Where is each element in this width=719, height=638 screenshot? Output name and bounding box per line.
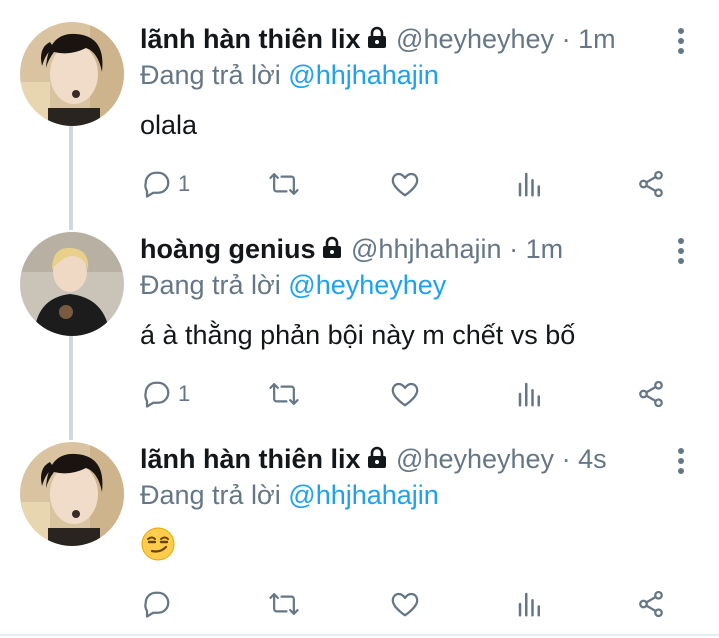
handle[interactable]: @heyheyhey: [396, 444, 554, 474]
avatar-photo-icon: [20, 232, 124, 336]
tweet-text: [140, 526, 176, 570]
analytics-icon: [518, 172, 540, 197]
avatar-photo-icon: [20, 22, 124, 126]
replying-to-label: Đang trả lời: [140, 270, 281, 300]
display-name[interactable]: lãnh hàn thiên lix: [140, 24, 361, 54]
reply-button[interactable]: [142, 584, 178, 624]
mention-link[interactable]: @hhjhahajin: [288, 480, 439, 510]
share-icon: [639, 380, 663, 408]
lock-icon: [365, 24, 389, 58]
share-icon: [639, 590, 663, 618]
timestamp[interactable]: 1m: [526, 234, 564, 264]
share-button[interactable]: [636, 164, 666, 204]
retweet-button[interactable]: [268, 374, 300, 414]
analytics-icon: [518, 382, 540, 407]
reply-icon: [144, 381, 170, 408]
replying-to: Đang trả lời @hhjhahajin: [140, 58, 439, 92]
more-options-icon[interactable]: [677, 448, 685, 478]
heart-icon: [391, 172, 419, 197]
replying-to: Đang trả lời @heyheyhey: [140, 268, 446, 302]
tweet-header: hoàng genius @hhjhahajin · 1m: [140, 232, 679, 268]
mention-link[interactable]: @heyheyhey: [288, 270, 446, 300]
analytics-icon: [518, 592, 540, 617]
avatar[interactable]: [20, 442, 124, 546]
tweet-text: olala: [140, 110, 198, 140]
reply-icon: [144, 591, 170, 618]
display-name[interactable]: hoàng genius: [140, 234, 316, 264]
separator-dot: ·: [509, 234, 519, 264]
replying-to-label: Đang trả lời: [140, 60, 281, 90]
analytics-button[interactable]: [515, 374, 545, 414]
smirking-face-emoji-icon: [140, 526, 176, 562]
display-name[interactable]: lãnh hàn thiên lix: [140, 444, 361, 474]
reply-count: 1: [178, 171, 191, 196]
analytics-button[interactable]: [515, 164, 545, 204]
lock-icon: [320, 234, 344, 268]
more-options-icon[interactable]: [677, 28, 685, 58]
retweet-icon: [269, 593, 299, 615]
reply-icon: [144, 171, 170, 198]
share-icon: [639, 170, 663, 198]
share-button[interactable]: [636, 374, 666, 414]
replying-to: Đang trả lời @hhjhahajin: [140, 478, 439, 512]
action-bar: [140, 584, 680, 624]
more-options-icon[interactable]: [677, 238, 685, 268]
tweet-text: á à thằng phản bội này m chết vs bố: [140, 320, 576, 350]
like-button[interactable]: [390, 584, 420, 624]
reply-count: 1: [178, 381, 191, 406]
reply-button[interactable]: 1: [142, 374, 190, 414]
like-button[interactable]: [390, 374, 420, 414]
analytics-button[interactable]: [515, 584, 545, 624]
tweet-header: lãnh hàn thiên lix @heyheyhey · 1m: [140, 22, 679, 58]
share-button[interactable]: [636, 584, 666, 624]
lock-icon: [365, 444, 389, 478]
retweet-icon: [269, 383, 299, 405]
separator-dot: ·: [561, 24, 571, 54]
timestamp[interactable]: 4s: [578, 444, 607, 474]
retweet-icon: [269, 173, 299, 195]
tweet[interactable]: hoàng genius @hhjhahajin · 1m Đang trả l…: [0, 222, 719, 432]
like-button[interactable]: [390, 164, 420, 204]
retweet-button[interactable]: [268, 584, 300, 624]
reply-button[interactable]: 1: [142, 164, 190, 204]
timestamp[interactable]: 1m: [578, 24, 616, 54]
action-bar: 1: [140, 164, 680, 204]
bottom-divider: [0, 634, 719, 636]
handle[interactable]: @hhjhahajin: [351, 234, 502, 264]
avatar[interactable]: [20, 232, 124, 336]
tweet-header: lãnh hàn thiên lix @heyheyhey · 4s: [140, 442, 679, 478]
separator-dot: ·: [561, 444, 571, 474]
retweet-button[interactable]: [268, 164, 300, 204]
heart-icon: [391, 382, 419, 407]
avatar-photo-icon: [20, 442, 124, 546]
mention-link[interactable]: @hhjhahajin: [288, 60, 439, 90]
avatar[interactable]: [20, 22, 124, 126]
replying-to-label: Đang trả lời: [140, 480, 281, 510]
tweet[interactable]: lãnh hàn thiên lix @heyheyhey · 1m Đang …: [0, 12, 719, 222]
heart-icon: [391, 592, 419, 617]
tweet[interactable]: lãnh hàn thiên lix @heyheyhey · 4s Đang …: [0, 432, 719, 632]
handle[interactable]: @heyheyhey: [396, 24, 554, 54]
action-bar: 1: [140, 374, 680, 414]
